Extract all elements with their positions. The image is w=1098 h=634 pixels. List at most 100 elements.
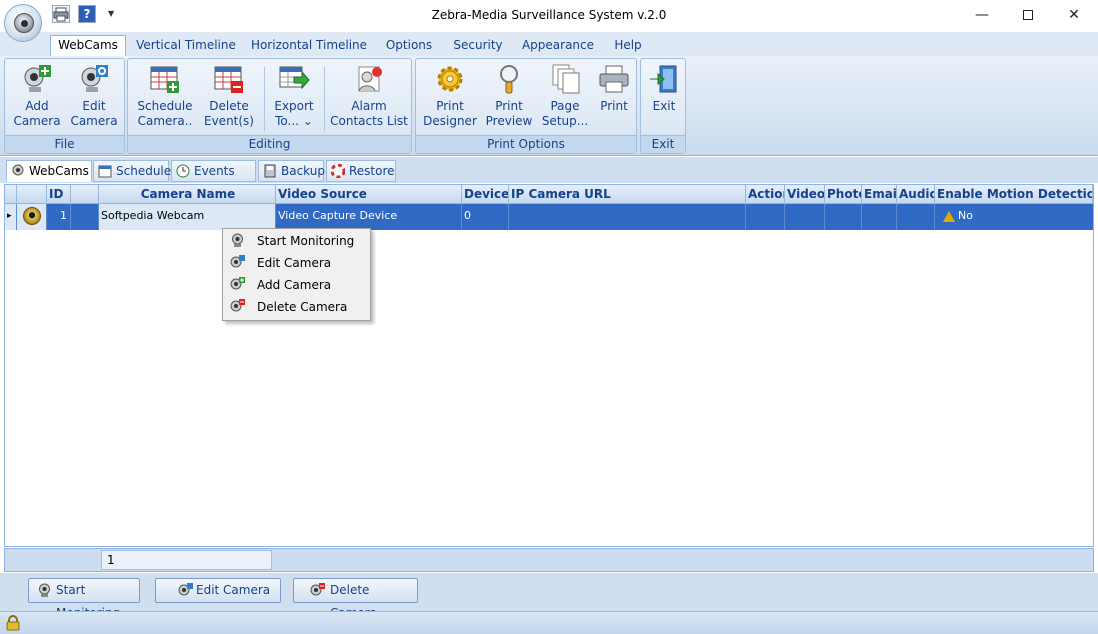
header-ip-camera-url[interactable]: IP Camera URL — [509, 185, 746, 204]
doc-tab-scheduler[interactable]: Scheduler — [93, 160, 176, 182]
header-video-source[interactable]: Video Source — [276, 185, 462, 204]
print-designer-label-1: Print — [436, 99, 464, 113]
delete-camera-action-button[interactable]: Delete Camera — [293, 578, 418, 620]
cell-audio[interactable] — [897, 204, 935, 230]
cell-video-source[interactable]: Video Capture Device — [276, 204, 462, 230]
header-device[interactable]: Device — [462, 185, 509, 204]
header-action[interactable]: Action — [746, 185, 785, 204]
context-menu-label: Edit Camera — [257, 256, 332, 270]
context-menu-delete-camera[interactable]: Delete Camera — [224, 296, 369, 318]
print-button[interactable]: Print — [592, 63, 636, 137]
doc-tab-label: Restore — [349, 164, 395, 178]
start-monitoring-button[interactable]: Start Monitoring — [28, 578, 140, 620]
delete-events-label-1: Delete — [209, 99, 249, 113]
context-menu-start-monitoring[interactable]: Start Monitoring — [224, 230, 369, 252]
print-designer-label-2: Designer — [423, 114, 477, 128]
header-audio[interactable]: Audio — [897, 185, 935, 204]
doc-tab-events-list[interactable]: Events List — [171, 160, 256, 199]
cell-video[interactable] — [785, 204, 825, 230]
header-id[interactable]: ID — [47, 185, 71, 204]
print-designer-button[interactable]: Print Designer — [420, 63, 480, 137]
schedule-camera-button[interactable]: Schedule Camera.. — [132, 63, 198, 137]
ribbon-tab-options[interactable]: Options — [380, 36, 438, 56]
edit-camera-button[interactable]: Edit Camera — [65, 63, 123, 137]
page-setup-icon — [552, 64, 580, 94]
ribbon-tab-security[interactable]: Security — [448, 36, 508, 56]
header-email[interactable]: Email — [862, 185, 897, 204]
print-preview-magnifier-icon — [500, 65, 518, 94]
delete-events-icon — [214, 66, 243, 93]
maximize-button[interactable] — [1005, 0, 1051, 30]
cell-camera-name[interactable]: Softpedia Webcam — [99, 204, 276, 230]
ribbon-tab-webcams[interactable]: WebCams — [50, 35, 126, 57]
cell-id[interactable]: 1 — [47, 204, 71, 230]
context-menu-label: Add Camera — [257, 278, 332, 292]
close-button[interactable]: ✕ — [1051, 0, 1097, 30]
cell-photo[interactable] — [825, 204, 862, 230]
window-title: Zebra-Media Surveillance System v.2.0 — [431, 8, 667, 22]
ribbon-tab-help[interactable]: Help — [608, 36, 648, 56]
warning-icon — [943, 210, 955, 222]
context-menu: Start Monitoring Edit Camera Add Camera … — [222, 228, 371, 321]
doc-tab-backup[interactable]: Backup — [258, 160, 325, 182]
cell-blank[interactable] — [71, 204, 99, 230]
add-camera-button[interactable]: Add Camera — [9, 63, 65, 137]
context-menu-edit-camera[interactable]: Edit Camera — [224, 252, 369, 274]
events-clock-icon — [176, 164, 190, 178]
context-menu-label: Start Monitoring — [257, 234, 355, 248]
ribbon-panel: Add Camera Edit Camera File Schedule Cam… — [0, 56, 1098, 156]
add-camera-label-1: Add — [25, 99, 49, 113]
ribbon-tab-row: WebCams Vertical Timeline Horizontal Tim… — [0, 32, 1098, 57]
alarm-contacts-list-button[interactable]: Alarm Contacts List — [328, 63, 410, 137]
ribbon-tab-appearance[interactable]: Appearance — [518, 36, 598, 56]
alarm-contacts-icon — [358, 66, 382, 92]
exit-button[interactable]: Exit — [643, 63, 685, 137]
ribbon-group-print-options: Print Designer Print Preview Page Setup.… — [415, 58, 637, 154]
doc-tab-webcams[interactable]: WebCams — [6, 160, 92, 182]
minimize-button[interactable]: — — [959, 0, 1005, 30]
print-preview-button[interactable]: Print Preview — [480, 63, 538, 137]
export-to-button[interactable]: Export To... ⌄ — [268, 63, 320, 137]
table-row[interactable]: ▸ 1 Softpedia Webcam Video Capture Devic… — [5, 204, 1093, 230]
context-menu-add-camera[interactable]: Add Camera — [224, 274, 369, 296]
doc-tab-label: Scheduler — [116, 164, 177, 178]
header-enable-motion-detection[interactable]: Enable Motion Detection — [935, 185, 1093, 204]
record-navigator[interactable]: 1 — [101, 550, 272, 570]
print-designer-gear-icon — [437, 66, 463, 92]
edit-camera-action-button[interactable]: Edit Camera — [155, 578, 281, 603]
export-to-label-1: Export — [274, 99, 314, 113]
group-label-exit: Exit — [641, 135, 685, 153]
page-setup-button[interactable]: Page Setup... — [538, 63, 592, 137]
ribbon-tab-vertical-timeline[interactable]: Vertical Timeline — [134, 36, 238, 56]
application-menu-button[interactable] — [4, 4, 42, 42]
print-label: Print — [600, 99, 628, 113]
action-bar: Start Monitoring Edit Camera Delete Came… — [0, 573, 1098, 620]
document-tab-row: WebCams Scheduler Events List Backup Res… — [0, 157, 1098, 199]
cell-email[interactable] — [862, 204, 897, 230]
header-camera-name[interactable]: Camera Name — [99, 185, 276, 204]
header-photo[interactable]: Photo — [825, 185, 862, 204]
backup-icon — [264, 164, 276, 178]
header-video[interactable]: Video — [785, 185, 825, 204]
schedule-camera-label-1: Schedule — [137, 99, 193, 113]
cell-device[interactable]: 0 — [462, 204, 509, 230]
delete-events-button[interactable]: Delete Event(s) ⌄ — [198, 63, 260, 143]
export-icon — [279, 66, 310, 90]
cell-action[interactable] — [746, 204, 785, 230]
delete-camera-icon — [310, 583, 325, 596]
cell-motion-detection[interactable]: No — [935, 204, 1093, 230]
alarm-contacts-label-1: Alarm — [351, 99, 387, 113]
header-indicator-cell — [5, 185, 17, 204]
cell-ip-camera-url[interactable] — [509, 204, 746, 230]
edit-camera-icon — [178, 583, 193, 596]
edit-camera-action-label: Edit Camera — [196, 583, 271, 597]
doc-tab-restore[interactable]: Restore — [326, 160, 396, 182]
group-label-file: File — [5, 135, 124, 153]
lock-icon — [6, 615, 20, 631]
webcam-icon — [12, 164, 24, 176]
edit-camera-label-1: Edit — [82, 99, 106, 113]
ribbon-tab-horizontal-timeline[interactable]: Horizontal Timeline — [248, 36, 370, 56]
title-bar: ? ▼ Zebra-Media Surveillance System v.2.… — [0, 0, 1098, 42]
grid-header: ID Camera Name Video Source Device IP Ca… — [5, 185, 1093, 204]
row-indicator: ▸ — [5, 204, 17, 230]
